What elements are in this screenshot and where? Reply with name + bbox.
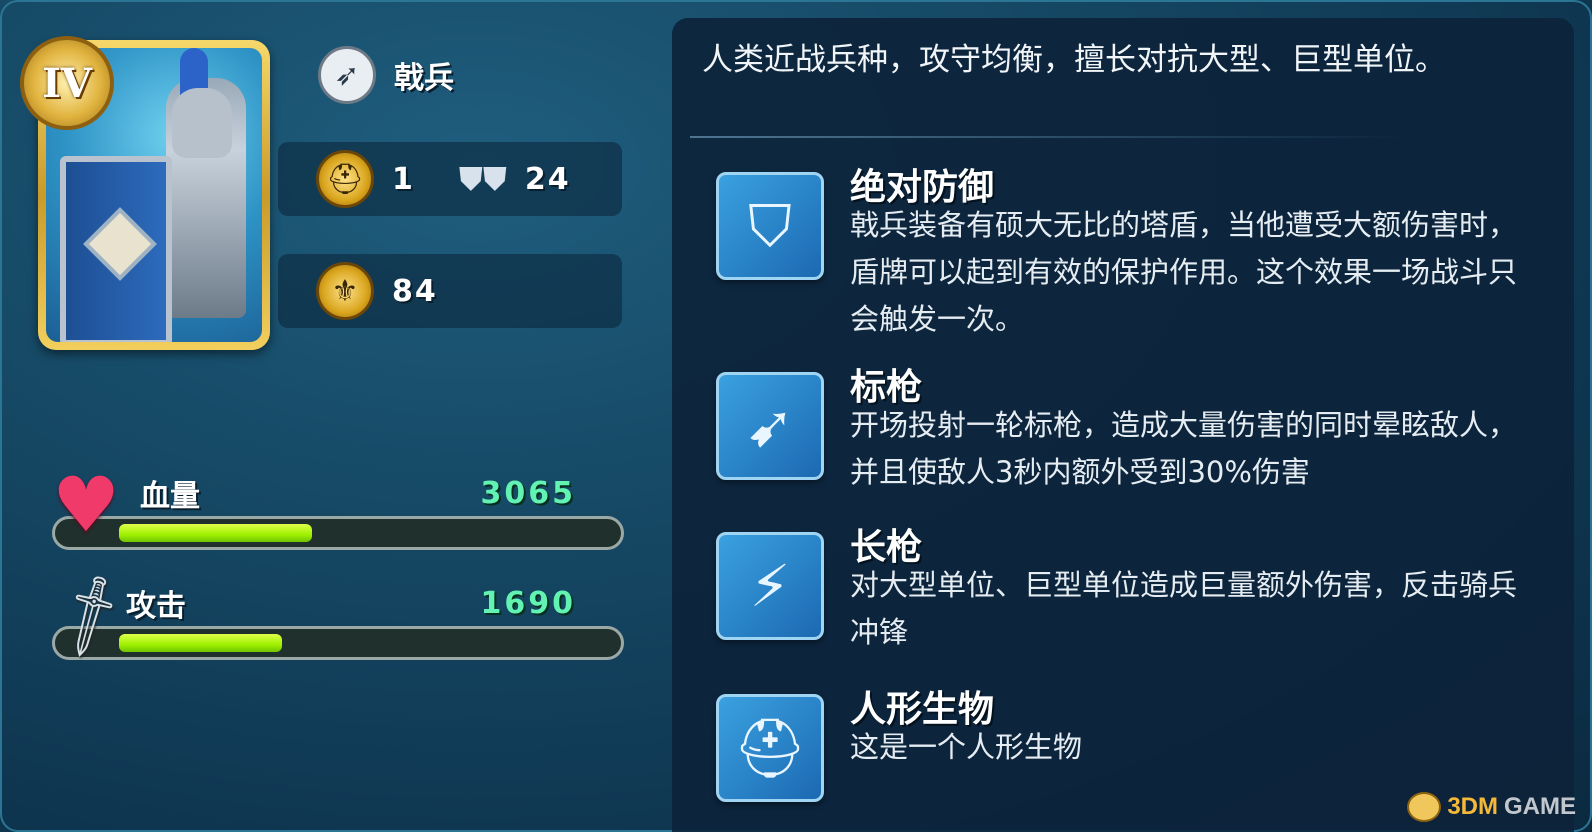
level-troops-row: ⛑ 1 ⛊⛊ 24	[278, 142, 622, 216]
unit-type-row: ➶ 戟兵	[318, 46, 454, 104]
javelin-icon: ➹	[716, 372, 824, 480]
power-crest-icon: ⚜	[316, 262, 374, 320]
watermark-game: GAME	[1504, 793, 1576, 820]
helmet-icon: ⛑	[716, 694, 824, 802]
helmet-coin-icon: ⛑	[316, 150, 374, 208]
rank-badge: IV	[20, 36, 114, 130]
skill-description: 这是一个人形生物	[850, 730, 1083, 764]
troops-value: 24	[524, 161, 571, 197]
watermark: 3DM GAME	[1407, 792, 1576, 822]
hp-stat: ♥ 血量 3065	[52, 460, 624, 550]
skill-description: 对大型单位、巨型单位造成巨量额外伤害，反击骑兵冲锋	[850, 568, 1518, 649]
power-row: ⚜ 84	[278, 254, 622, 328]
hp-bar	[52, 516, 624, 550]
attack-bar-fill	[119, 634, 283, 652]
tower-shield	[60, 156, 172, 342]
mascot-icon	[1407, 792, 1442, 822]
skill-description: 戟兵装备有硕大无比的塔盾，当他遭受大额伤害时，盾牌可以起到有效的保护作用。这个效…	[850, 208, 1518, 336]
unit-description: 人类近战兵种，攻守均衡，擅长对抗大型、巨型单位。	[702, 42, 1446, 78]
skill-description: 开场投射一轮标枪，造成大量伤害的同时晕眩敌人，并且使敌人3秒内额外受到30%伤害	[850, 408, 1518, 489]
hp-bar-fill	[119, 524, 312, 542]
heart-icon: ♥	[52, 460, 121, 549]
knight-helmet	[172, 88, 232, 158]
hp-label: 血量	[140, 479, 200, 514]
watermark-3dm: 3DM	[1447, 793, 1498, 820]
attack-value: 1690	[480, 585, 576, 621]
divider	[690, 136, 1410, 138]
spear-icon: ➶	[318, 46, 376, 104]
shield-icon: ⛉	[716, 172, 824, 280]
power-value: 84	[392, 273, 438, 309]
unit-name: 戟兵	[394, 61, 454, 96]
unit-info-panel: 人类近战兵种，攻守均衡，擅长对抗大型、巨型单位。 ⛉ 绝对防御 戟兵装备有硕大无…	[672, 18, 1574, 832]
level-value: 1	[392, 161, 415, 197]
attack-bar	[52, 626, 624, 660]
hp-value: 3065	[480, 475, 576, 511]
lance-icon: ⚡	[716, 532, 824, 640]
troops-icon: ⛊⛊	[458, 159, 507, 198]
attack-stat: 🗡 攻击 1690	[40, 566, 624, 665]
